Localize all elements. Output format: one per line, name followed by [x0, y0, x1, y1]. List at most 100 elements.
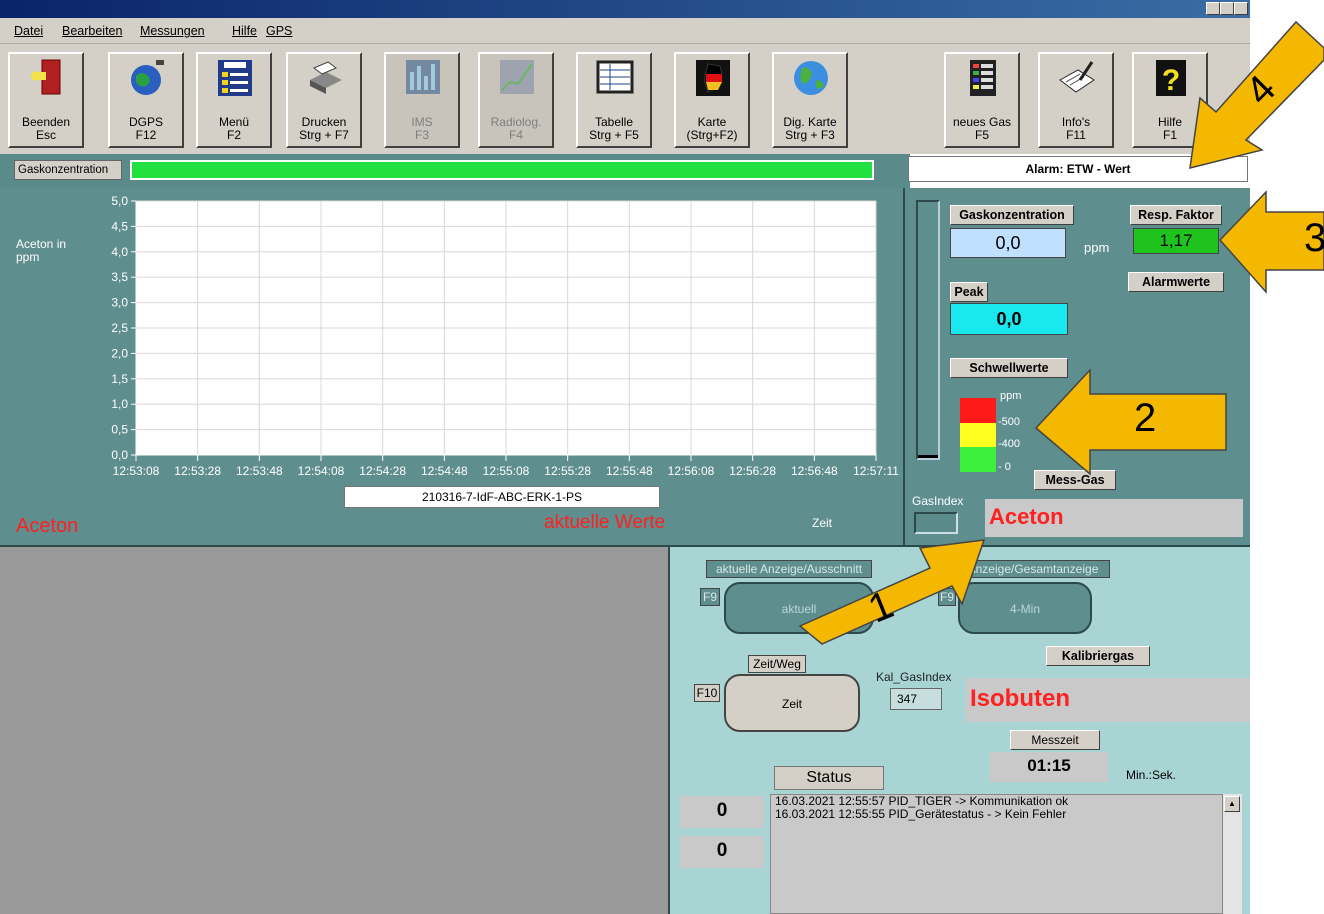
x-tick-label: 12:56:28	[729, 464, 776, 478]
x-tick-label: 12:53:48	[236, 464, 283, 478]
svg-text:?: ?	[1162, 64, 1180, 97]
threshold-tick-400: -400	[998, 438, 1021, 450]
ims-button[interactable]: IMS F3	[384, 52, 460, 148]
status-log[interactable]: 16.03.2021 12:55:57 PID_TIGER -> Kommuni…	[770, 794, 1242, 914]
y-tick-label: 2,5	[111, 321, 128, 335]
aktuelle-anzeige-caption: aktuelle Anzeige/Ausschnitt	[706, 560, 872, 578]
menu-gps[interactable]: GPS	[266, 24, 292, 38]
threshold-scale-unit: ppm	[1000, 390, 1022, 402]
x-tick-label: 12:54:28	[359, 464, 406, 478]
maximize-button[interactable]	[1220, 2, 1234, 15]
y-tick-label: 4,5	[111, 219, 128, 233]
annotation-label-2: 2	[1134, 396, 1157, 440]
toolbar: Beenden Esc DGPS F12 Menü F2 Drucken Str…	[0, 44, 1250, 154]
messzeit-button[interactable]: Messzeit	[1010, 730, 1100, 750]
threshold-yellow-band	[960, 423, 996, 447]
f9-key-label: F9	[700, 588, 720, 606]
measured-gas-name: Aceton	[985, 499, 1243, 537]
status-log-scrollbar[interactable]	[1222, 794, 1242, 914]
schwellwerte-button[interactable]: Schwellwerte	[950, 358, 1068, 378]
drucken-button[interactable]: Drucken Strg + F7	[286, 52, 362, 148]
chart-y-axis-label: Aceton in ppm	[16, 237, 67, 264]
scroll-up-arrow-icon[interactable]: ▲	[1224, 796, 1240, 812]
infos-button[interactable]: Info's F11	[1038, 52, 1114, 148]
radiolog-button[interactable]: Radiolog. F4	[478, 52, 554, 148]
sample-id-field: 210316-7-IdF-ABC-ERK-1-PS	[344, 486, 660, 508]
karte-button[interactable]: Karte (Strg+F2)	[674, 52, 750, 148]
resp-faktor-value: 1,17	[1133, 228, 1219, 254]
dgps-button[interactable]: DGPS F12	[108, 52, 184, 148]
mess-gas-button[interactable]: Mess-Gas	[1034, 470, 1116, 490]
x-tick-label: 12:55:28	[544, 464, 591, 478]
minimize-button[interactable]	[1206, 2, 1220, 15]
zeit-toggle-button[interactable]: Zeit	[724, 674, 860, 732]
kalibriergas-button[interactable]: Kalibriergas	[1046, 646, 1150, 666]
line-chart-icon	[500, 60, 534, 94]
threshold-color-scale	[960, 398, 996, 472]
gaskonzentration-value: 0,0	[950, 228, 1066, 258]
printer-icon	[310, 61, 342, 94]
status-button[interactable]: Status	[774, 766, 884, 790]
peak-value: 0,0	[950, 303, 1068, 335]
y-tick-label: 0,0	[111, 448, 128, 462]
gas-table-icon	[970, 60, 996, 96]
window-title-bar	[0, 0, 1250, 18]
threshold-tick-0: - 0	[998, 461, 1011, 473]
x-tick-label: 12:54:08	[298, 464, 345, 478]
neues-gas-button[interactable]: neues Gas F5	[944, 52, 1020, 148]
gasindex-field[interactable]	[914, 512, 958, 534]
bar-chart-icon	[406, 60, 440, 94]
y-tick-label: 2,0	[111, 346, 128, 360]
f10-key-label: F10	[694, 684, 720, 702]
messzeit-value: 01:15	[990, 752, 1108, 782]
menu-button[interactable]: Menü F2	[196, 52, 272, 148]
tabelle-button[interactable]: Tabelle Strg + F5	[576, 52, 652, 148]
zeit-weg-caption: Zeit/Weg	[748, 655, 806, 673]
close-button[interactable]	[1234, 2, 1248, 15]
calibration-gas-name: Isobuten	[966, 678, 1250, 722]
resp-faktor-button[interactable]: Resp. Faktor	[1130, 205, 1222, 225]
x-tick-label: 12:57:11	[853, 464, 899, 478]
gas-concentration-label: Gaskonzentration	[14, 160, 122, 180]
vertical-level-gauge	[916, 200, 940, 460]
f9-key-label-2: F9	[938, 588, 956, 606]
x-tick-label: 12:55:48	[606, 464, 653, 478]
y-tick-label: 5,0	[111, 194, 128, 208]
alarmwerte-button[interactable]: Alarmwerte	[1128, 272, 1224, 292]
chart-gas-name: Aceton	[16, 515, 79, 537]
gasindex-label: GasIndex	[912, 494, 964, 508]
menu-bearbeiten[interactable]: Bearbeiten	[62, 24, 122, 38]
aktuell-toggle-button[interactable]: aktuell	[724, 582, 874, 634]
threshold-tick-500: -500	[998, 416, 1021, 428]
gauge-level-marker	[918, 455, 938, 458]
chart-x-axis-label: Zeit	[812, 516, 833, 530]
menu-bar: Datei Bearbeiten Messungen Hilfe GPS	[0, 18, 1250, 44]
peak-button[interactable]: Peak	[950, 282, 988, 302]
4-min-toggle-button[interactable]: 4-Min	[958, 582, 1092, 634]
germany-map-icon	[696, 60, 730, 96]
y-tick-label: 3,5	[111, 270, 128, 284]
x-tick-label: 12:56:08	[668, 464, 715, 478]
x-tick-label: 12:53:08	[113, 464, 160, 478]
kal-gasindex-value: 347	[890, 688, 942, 710]
y-tick-label: 1,0	[111, 397, 128, 411]
y-tick-label: 1,5	[111, 372, 128, 386]
ppm-unit-label: ppm	[1084, 240, 1110, 255]
log-line: 16.03.2021 12:55:55 PID_Gerätestatus - >…	[775, 807, 1067, 821]
notebook-pen-icon	[1059, 61, 1095, 93]
menu-hilfe[interactable]: Hilfe	[232, 24, 257, 38]
hilfe-button[interactable]: ? Hilfe F1	[1132, 52, 1208, 148]
dig-karte-button[interactable]: Dig. Karte Strg + F3	[772, 52, 848, 148]
menu-messungen[interactable]: Messungen	[140, 24, 205, 38]
door-exit-icon	[30, 59, 61, 95]
counter-2: 0	[680, 836, 764, 868]
y-tick-label: 0,5	[111, 423, 128, 437]
globe-satellite-icon	[131, 60, 164, 95]
x-tick-label: 12:53:28	[174, 464, 221, 478]
gaskonzentration-button[interactable]: Gaskonzentration	[950, 205, 1074, 225]
menu-datei[interactable]: Datei	[14, 24, 43, 38]
beenden-button[interactable]: Beenden Esc	[8, 52, 84, 148]
gas-concentration-bar	[130, 160, 874, 180]
help-question-icon: ?	[1156, 60, 1186, 97]
earth-globe-icon	[794, 61, 828, 95]
